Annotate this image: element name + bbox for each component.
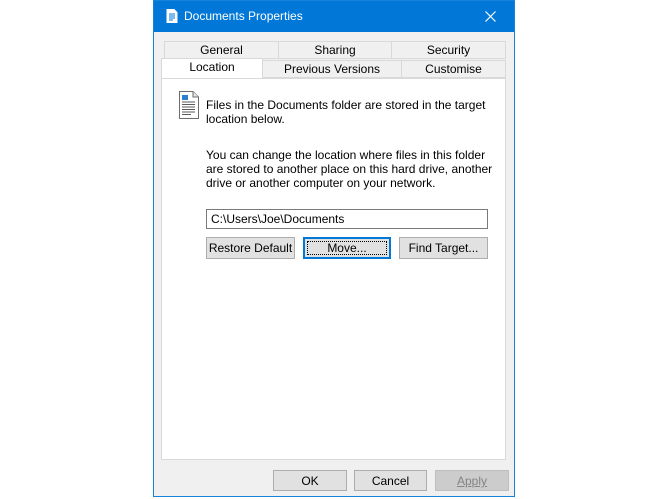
- apply-button[interactable]: Apply: [435, 470, 509, 491]
- location-panel: Files in the Documents folder are stored…: [161, 78, 506, 460]
- tab-location[interactable]: Location: [161, 58, 263, 78]
- close-icon: [485, 11, 496, 22]
- find-target-button[interactable]: Find Target...: [399, 237, 488, 259]
- focus-ring: [307, 241, 387, 255]
- properties-dialog: Documents Properties General Sharing Sec…: [153, 0, 515, 497]
- move-button[interactable]: Move...: [303, 237, 391, 259]
- location-path-field[interactable]: C:\Users\Joe\Documents: [206, 209, 488, 229]
- tab-sharing[interactable]: Sharing: [278, 41, 392, 59]
- document-icon: [166, 9, 178, 26]
- location-help-text: You can change the location where files …: [206, 148, 493, 190]
- tab-customise[interactable]: Customise: [401, 60, 506, 78]
- restore-default-button[interactable]: Restore Default: [206, 237, 295, 259]
- ok-button[interactable]: OK: [273, 470, 347, 491]
- document-folder-icon: [178, 91, 200, 122]
- window-title: Documents Properties: [184, 9, 303, 23]
- tab-security[interactable]: Security: [391, 41, 506, 59]
- close-button[interactable]: [468, 1, 514, 32]
- tab-general[interactable]: General: [164, 41, 279, 59]
- location-description: Files in the Documents folder are stored…: [206, 98, 486, 126]
- cancel-button[interactable]: Cancel: [354, 470, 427, 491]
- tab-previous-versions[interactable]: Previous Versions: [262, 60, 402, 78]
- title-bar[interactable]: Documents Properties: [154, 1, 514, 32]
